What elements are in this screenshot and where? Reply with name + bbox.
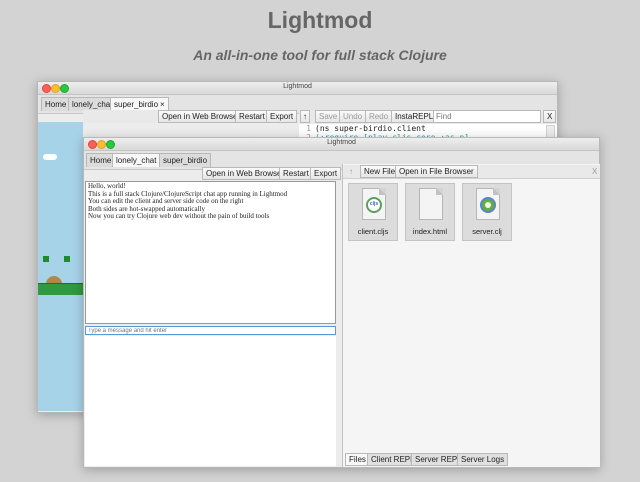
tab-super-birdio[interactable]: super_birdio × (110, 97, 169, 111)
block-sprite (43, 256, 49, 262)
open-in-web-browser-button[interactable]: Open in Web Browser (202, 167, 289, 180)
new-file-button[interactable]: New File (360, 165, 400, 178)
up-arrow-button[interactable]: ↑ (345, 165, 357, 178)
chat-message-area[interactable]: Hello, world! This is a full stack Cloju… (85, 181, 336, 324)
ground-strip (38, 283, 83, 295)
tab-home[interactable]: Home (41, 97, 71, 111)
file-name: server.clj (472, 227, 502, 236)
tab-home[interactable]: Home (86, 153, 116, 167)
chat-message: Now you can try Clojure web dev without … (88, 212, 270, 220)
clojure-logo-icon (476, 188, 500, 220)
code-line: 1 (ns super-birdio.client (306, 124, 426, 133)
open-in-web-browser-button[interactable]: Open in Web Browser (158, 110, 245, 123)
cljs-logo-icon: cljs (362, 188, 386, 220)
blank-file-icon (419, 188, 443, 220)
file-item[interactable]: cljs client.cljs (348, 183, 398, 241)
close-file-pane-button[interactable]: X (588, 165, 601, 178)
back-window-titlebar[interactable]: Lightmod (38, 82, 557, 95)
editor-toolbar: ↑ Save Undo Redo InstaREPL X (299, 110, 557, 125)
redo-button[interactable]: Redo (365, 110, 393, 123)
restart-button[interactable]: Restart (235, 110, 269, 123)
file-item[interactable]: index.html (405, 183, 455, 241)
block-sprite (64, 256, 70, 262)
window-title: Lightmod (327, 139, 356, 146)
front-window-titlebar[interactable]: Lightmod (84, 138, 599, 151)
file-name: index.html (412, 227, 448, 236)
file-item[interactable]: server.clj (462, 183, 512, 241)
tab-close-icon[interactable]: × (160, 100, 165, 109)
file-name: client.cljs (357, 227, 389, 236)
tab-super-birdio[interactable]: super_birdio (159, 153, 212, 167)
window-title: Lightmod (283, 83, 312, 90)
close-editor-button[interactable]: X (543, 110, 557, 123)
export-button[interactable]: Export (310, 167, 342, 180)
undo-button[interactable]: Undo (339, 110, 367, 123)
save-button[interactable]: Save (315, 110, 342, 123)
tab-server-logs[interactable]: Server Logs (457, 453, 509, 466)
file-pane: ↑ New File Open in File Browser X cljs c… (342, 164, 600, 467)
up-arrow-button[interactable]: ↑ (300, 110, 310, 123)
find-input[interactable] (433, 110, 541, 123)
page-subtitle: An all-in-one tool for full stack Clojur… (193, 47, 447, 63)
page-title: Lightmod (267, 7, 373, 33)
open-in-file-browser-button[interactable]: Open in File Browser (395, 165, 478, 178)
restart-button[interactable]: Restart (279, 167, 313, 180)
file-toolbar: ↑ New File Open in File Browser X (343, 165, 600, 179)
back-preview-toolbar: Open in Web Browser Restart Export (83, 110, 298, 123)
export-button[interactable]: Export (266, 110, 298, 123)
chat-preview-background (85, 336, 336, 466)
cloud-sprite (43, 154, 57, 160)
front-window: Lightmod Home lonely_chat× super_birdio … (83, 137, 600, 468)
instarepl-button[interactable]: InstaREPL (391, 110, 438, 123)
chat-message-input[interactable] (85, 326, 336, 335)
game-preview[interactable] (38, 122, 83, 411)
